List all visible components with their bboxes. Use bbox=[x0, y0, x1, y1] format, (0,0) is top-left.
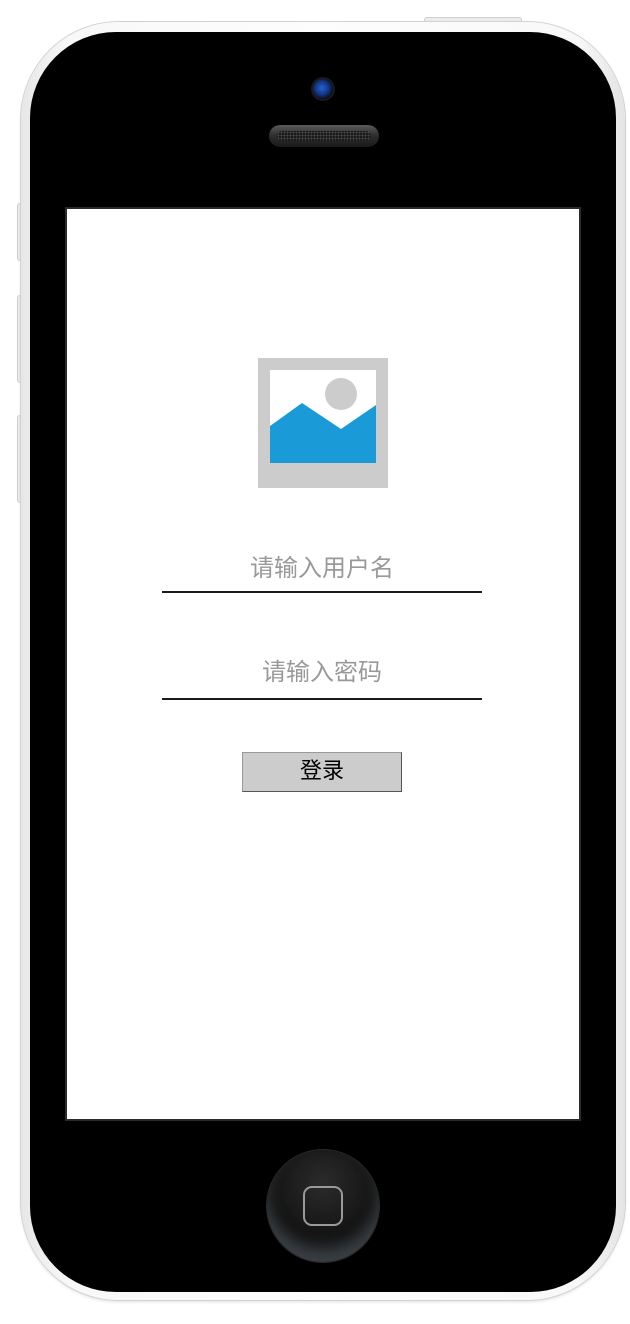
password-input[interactable] bbox=[162, 645, 482, 698]
login-button[interactable]: 登录 bbox=[242, 752, 402, 792]
home-square-icon bbox=[303, 1186, 343, 1226]
speaker-grille bbox=[277, 131, 371, 141]
image-placeholder-icon bbox=[258, 358, 388, 488]
front-camera bbox=[313, 79, 333, 99]
username-field bbox=[162, 545, 482, 593]
home-button[interactable] bbox=[267, 1150, 379, 1262]
username-input[interactable] bbox=[162, 545, 482, 591]
image-placeholder-icon-svg bbox=[270, 370, 376, 463]
password-field bbox=[162, 645, 482, 700]
earpiece-speaker bbox=[269, 125, 379, 147]
phone-screen: 登录 bbox=[67, 209, 579, 1119]
stage: 登录 bbox=[0, 0, 630, 1324]
